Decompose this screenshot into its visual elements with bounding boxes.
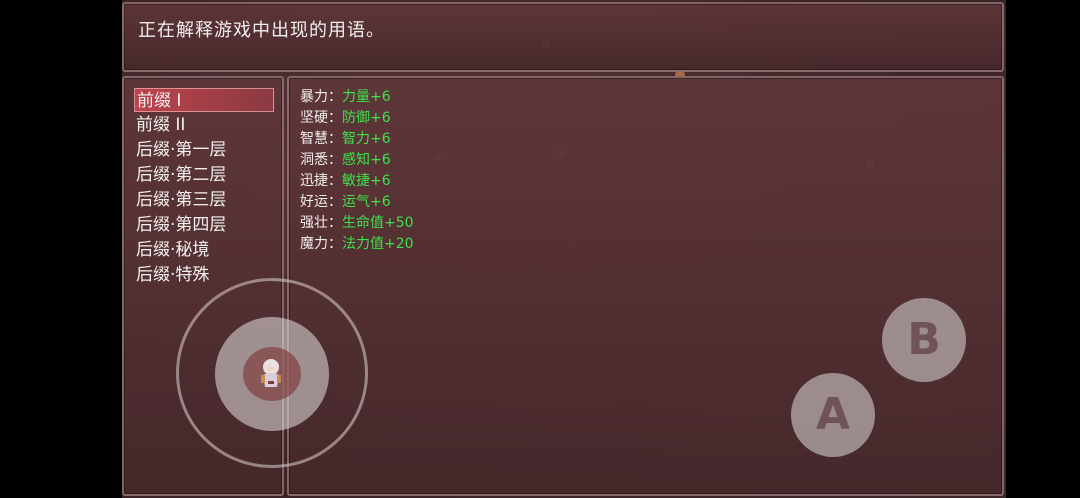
effect-value: 感知+6 — [342, 152, 391, 168]
effect-separator: ： — [328, 173, 342, 189]
effect-row: 强壮：生命值+50 — [300, 213, 414, 234]
help-window: 正在解释游戏中出现的用语。 — [122, 2, 1004, 72]
effect-name: 坚硬 — [300, 110, 328, 126]
effect-name: 智慧 — [300, 131, 328, 147]
category-item-suffix-floor-1[interactable]: 后缀·第一层 — [134, 138, 276, 162]
effect-name: 强壮 — [300, 215, 328, 231]
a-button[interactable]: A — [791, 373, 875, 457]
effect-value: 运气+6 — [342, 194, 391, 210]
effect-value: 力量+6 — [342, 89, 391, 105]
effect-name: 洞悉 — [300, 152, 328, 168]
category-item-prefix-2[interactable]: 前缀 II — [134, 113, 276, 137]
effect-row: 坚硬：防御+6 — [300, 108, 391, 129]
effect-row: 暴力：力量+6 — [300, 87, 391, 108]
effect-name: 迅捷 — [300, 173, 328, 189]
effect-separator: ： — [328, 194, 342, 210]
category-item-suffix-floor-3[interactable]: 后缀·第三层 — [134, 188, 276, 212]
category-item-suffix-floor-4[interactable]: 后缀·第四层 — [134, 213, 276, 237]
effect-separator: ： — [328, 110, 342, 126]
effect-separator: ： — [328, 215, 342, 231]
effect-name: 暴力 — [300, 89, 328, 105]
effect-separator: ： — [328, 89, 342, 105]
effect-row: 魔力：法力值+20 — [300, 234, 414, 255]
effect-separator: ： — [328, 152, 342, 168]
effect-separator: ： — [328, 131, 342, 147]
effect-name: 好运 — [300, 194, 328, 210]
effect-row: 迅捷：敏捷+6 — [300, 171, 391, 192]
effect-value: 法力值+20 — [342, 236, 414, 252]
effect-row: 智慧：智力+6 — [300, 129, 391, 150]
character-sprite-icon — [261, 359, 281, 387]
b-button[interactable]: B — [882, 298, 966, 382]
effect-value: 防御+6 — [342, 110, 391, 126]
effect-row: 洞悉：感知+6 — [300, 150, 391, 171]
effect-value: 智力+6 — [342, 131, 391, 147]
effect-row: 好运：运气+6 — [300, 192, 391, 213]
effect-name: 魔力 — [300, 236, 328, 252]
help-text: 正在解释游戏中出现的用语。 — [138, 20, 385, 41]
effect-value: 生命值+50 — [342, 215, 414, 231]
category-item-prefix-1[interactable]: 前缀 I — [134, 88, 274, 112]
term-detail-window: 暴力：力量+6 坚硬：防御+6 智慧：智力+6 洞悉：感知+6 迅捷：敏捷+6 … — [287, 76, 1004, 496]
category-item-suffix-secret[interactable]: 后缀·秘境 — [134, 238, 276, 262]
effect-separator: ： — [328, 236, 342, 252]
effect-value: 敏捷+6 — [342, 173, 391, 189]
category-item-suffix-floor-2[interactable]: 后缀·第二层 — [134, 163, 276, 187]
